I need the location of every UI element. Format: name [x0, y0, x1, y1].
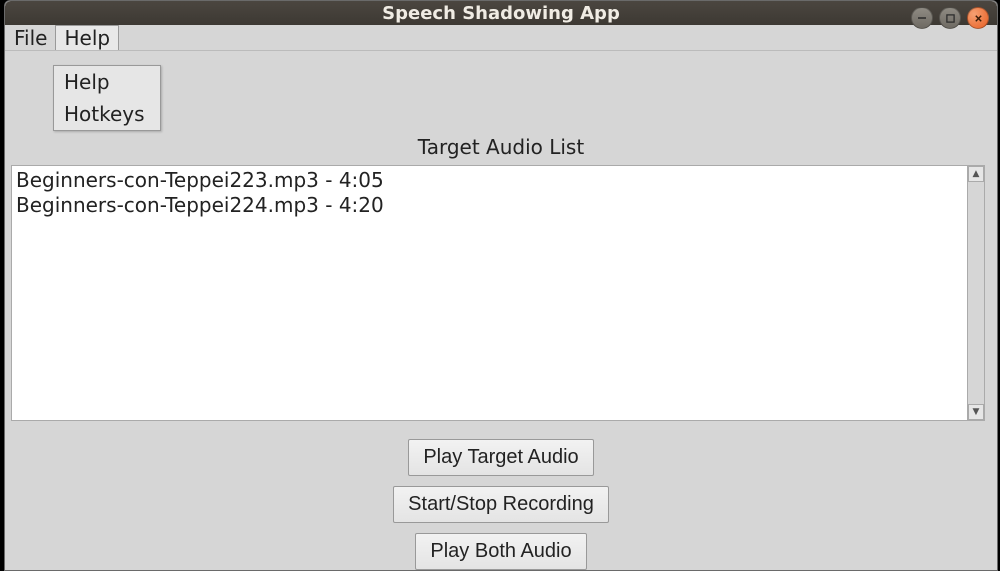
list-item[interactable]: Beginners-con-Teppei224.mp3 - 4:20 — [16, 193, 963, 218]
maximize-button[interactable] — [939, 7, 961, 29]
play-target-audio-button[interactable]: Play Target Audio — [408, 439, 593, 476]
menu-help[interactable]: Help — [55, 25, 119, 50]
dropdown-item-hotkeys[interactable]: Hotkeys — [54, 98, 160, 130]
window-controls — [911, 7, 989, 29]
buttons-area: Play Target Audio Start/Stop Recording P… — [5, 439, 997, 570]
menu-file[interactable]: File — [6, 25, 55, 50]
app-window: Speech Shadowing App File Help Help Hotk… — [4, 0, 998, 571]
minimize-button[interactable] — [911, 7, 933, 29]
menubar: File Help — [5, 25, 997, 51]
listbox-scrollbar[interactable]: ▲ ▼ — [967, 166, 984, 420]
play-both-audio-button[interactable]: Play Both Audio — [415, 533, 586, 570]
target-audio-listbox[interactable]: Beginners-con-Teppei223.mp3 - 4:05 Begin… — [12, 166, 967, 420]
scroll-down-button[interactable]: ▼ — [968, 404, 984, 420]
scroll-track[interactable] — [968, 183, 984, 403]
titlebar: Speech Shadowing App — [5, 1, 997, 25]
help-dropdown: Help Hotkeys — [53, 65, 161, 131]
start-stop-recording-button[interactable]: Start/Stop Recording — [393, 486, 609, 523]
close-button[interactable] — [967, 7, 989, 29]
scroll-up-button[interactable]: ▲ — [968, 166, 984, 182]
list-item[interactable]: Beginners-con-Teppei223.mp3 - 4:05 — [16, 168, 963, 193]
window-title: Speech Shadowing App — [382, 3, 620, 24]
list-heading: Target Audio List — [5, 135, 997, 159]
dropdown-item-help[interactable]: Help — [54, 66, 160, 98]
listbox-container: Beginners-con-Teppei223.mp3 - 4:05 Begin… — [11, 165, 985, 421]
